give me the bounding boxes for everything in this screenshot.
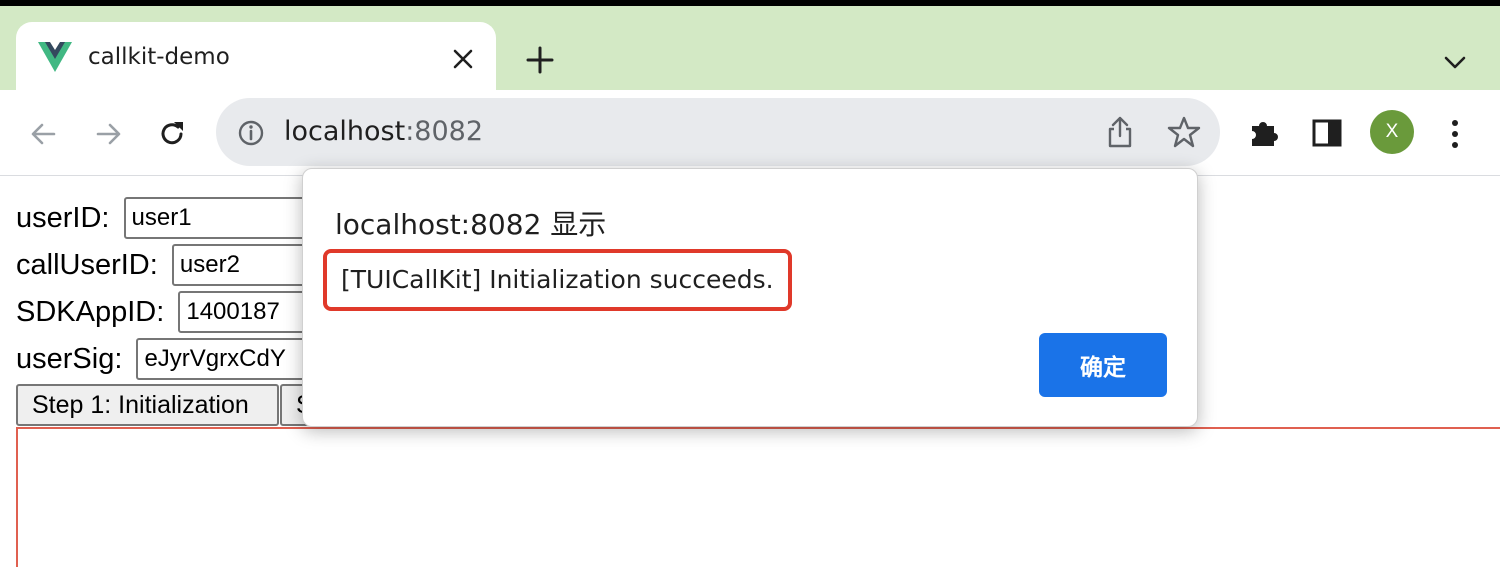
share-icon[interactable]	[1104, 114, 1136, 150]
tab-callkit-demo[interactable]: callkit-demo	[16, 22, 496, 96]
alert-dialog: localhost:8082 显示 [TUICallKit] Initializ…	[302, 168, 1198, 427]
dialog-message: [TUICallKit] Initialization succeeds.	[323, 249, 792, 311]
step1-init-button[interactable]: Step 1: Initialization	[16, 384, 279, 426]
reload-icon[interactable]	[152, 114, 192, 154]
site-info-icon[interactable]	[236, 118, 266, 148]
back-icon[interactable]	[24, 114, 64, 154]
extensions-puzzle-icon[interactable]	[1246, 114, 1282, 150]
address-url: localhost:8082	[284, 116, 483, 147]
browser-toolbar: localhost:8082 X	[0, 90, 1500, 176]
user-sig-label: userSig:	[16, 342, 123, 375]
ok-button[interactable]: 确定	[1039, 333, 1167, 397]
user-id-label: userID:	[16, 201, 110, 234]
address-bar[interactable]: localhost:8082	[216, 98, 1220, 166]
call-kit-container	[16, 427, 1500, 567]
tab-title: callkit-demo	[88, 44, 230, 70]
side-panel-icon[interactable]	[1310, 116, 1344, 150]
call-user-id-label: callUserID:	[16, 248, 158, 281]
new-tab-icon[interactable]	[524, 44, 556, 76]
more-menu-icon[interactable]	[1440, 114, 1470, 154]
forward-icon[interactable]	[88, 114, 128, 154]
dialog-title: localhost:8082 显示	[335, 208, 607, 241]
chevron-down-icon[interactable]	[1440, 50, 1470, 74]
close-tab-icon[interactable]	[450, 46, 476, 72]
profile-avatar[interactable]: X	[1370, 110, 1414, 154]
vue-logo-icon	[38, 42, 72, 72]
address-host: localhost	[284, 116, 406, 147]
sdk-app-id-label: SDKAppID:	[16, 295, 165, 328]
tab-strip: callkit-demo	[0, 6, 1500, 96]
bookmark-star-icon[interactable]	[1166, 114, 1202, 150]
address-port: :8082	[405, 116, 484, 147]
user-sig-row: userSig:	[16, 338, 337, 380]
